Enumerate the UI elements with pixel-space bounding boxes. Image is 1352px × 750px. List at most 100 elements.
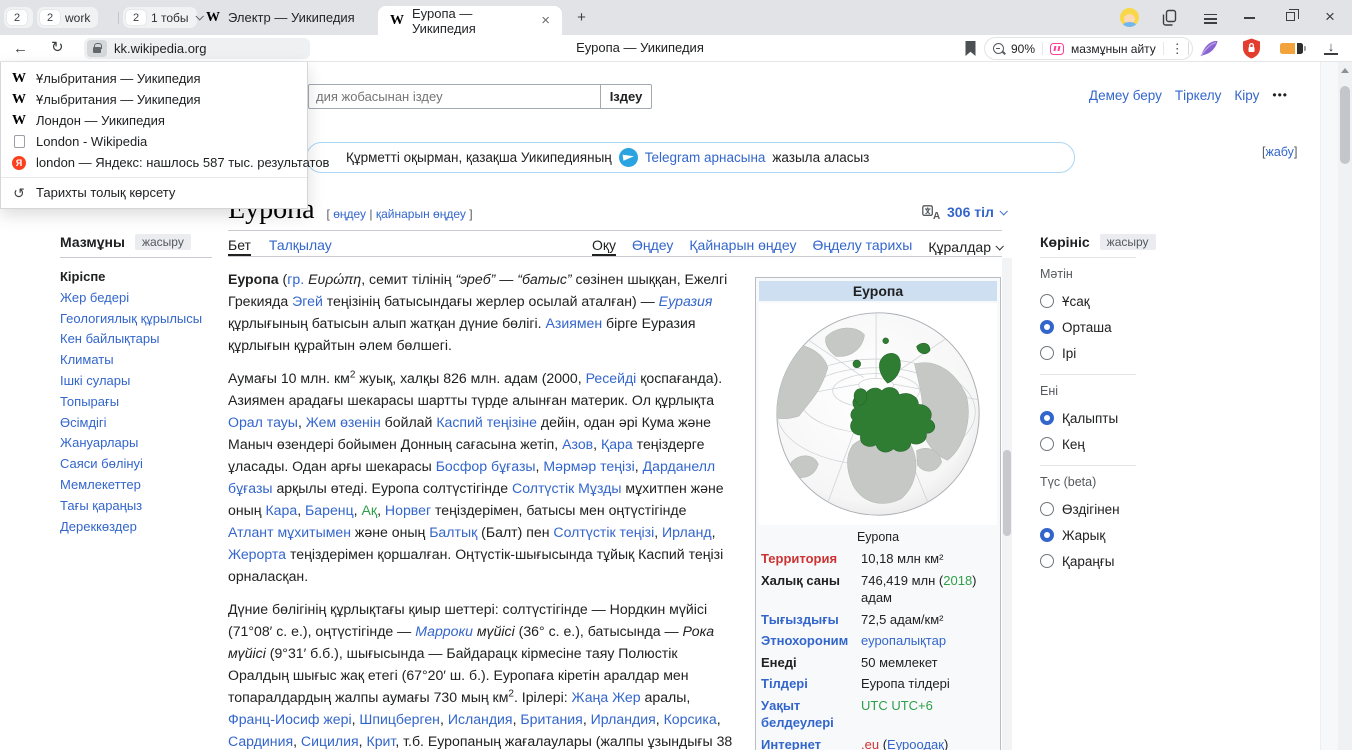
browser-scrollbar-thumb[interactable] <box>1340 86 1350 164</box>
radio-button[interactable] <box>1040 346 1054 360</box>
download-icon[interactable]: ↓ <box>1324 40 1338 55</box>
wiki-link[interactable]: Атлант мұхитымен <box>228 524 351 540</box>
telegram-link[interactable]: Telegram арнасына <box>645 150 766 165</box>
wiki-link[interactable]: Ақ <box>362 502 378 518</box>
wiki-link[interactable]: Ирландия <box>591 711 656 727</box>
edit-source-link[interactable]: қайнарын өңдеу <box>376 207 466 221</box>
toc-item[interactable]: Өсімдігі <box>60 413 212 434</box>
panels-icon[interactable] <box>1161 9 1179 26</box>
wiki-link[interactable]: Мәрмәр теңізі <box>543 458 634 474</box>
article-tab[interactable]: Қайнарын өңдеу <box>689 237 796 256</box>
content-scrollbar-thumb[interactable] <box>1003 450 1011 536</box>
wiki-link[interactable]: Крит <box>367 733 396 749</box>
back-icon[interactable]: ← <box>13 41 28 56</box>
profile-avatar[interactable] <box>1120 8 1139 27</box>
toc-item[interactable]: Кен байлықтары <box>60 329 212 350</box>
wiki-link[interactable]: Британия <box>520 711 582 727</box>
zoom-out-icon[interactable] <box>993 43 1004 54</box>
wiki-link[interactable]: еуропалықтар <box>861 633 946 648</box>
suggestion-item[interactable]: WҰлыбритания — Уикипедия <box>1 89 307 110</box>
address-bar[interactable]: kk.wikipedia.org <box>84 38 310 59</box>
nav-link[interactable]: Тіркелу <box>1175 88 1222 103</box>
wiki-link[interactable]: Еуроодақ <box>887 737 944 750</box>
wiki-link[interactable]: Марроки <box>415 623 473 639</box>
nav-link[interactable]: Демеу беру <box>1089 88 1162 103</box>
article-tab[interactable]: Өңдеу <box>632 237 673 256</box>
edit-link[interactable]: өңдеу <box>333 207 366 221</box>
tab-group-chip[interactable]: 2 <box>4 7 33 28</box>
toc-item[interactable]: Кіріспе <box>60 267 212 288</box>
wiki-link[interactable]: Каспий теңізіне <box>436 414 537 430</box>
browser-tab-inactive[interactable]: W Электр — Уикипедия <box>206 0 355 35</box>
infobox-label[interactable]: Уақыт белдеулері <box>761 697 861 732</box>
radio-button[interactable] <box>1040 502 1054 516</box>
wiki-link[interactable]: Сардиния <box>228 733 293 749</box>
browser-scrollbar[interactable] <box>1338 62 1352 750</box>
wiki-link[interactable]: Еуразия <box>659 293 713 309</box>
suggestion-item[interactable]: WҰлыбритания — Уикипедия <box>1 68 307 89</box>
wiki-link[interactable]: Ресейді <box>586 370 637 386</box>
wiki-link[interactable]: Орал тауы <box>228 414 298 430</box>
tab-close-icon[interactable]: × <box>539 13 552 28</box>
radio-button[interactable] <box>1040 294 1054 308</box>
nav-link[interactable]: Кіру <box>1234 88 1259 103</box>
toc-item[interactable]: Жануарлары <box>60 433 212 454</box>
radio-option[interactable]: Кең <box>1040 431 1136 457</box>
article-tab[interactable]: Өңделу тарихы <box>812 237 912 256</box>
radio-option[interactable]: Ұсақ <box>1040 288 1136 314</box>
toc-item[interactable]: Тағы қараңыз <box>60 496 212 517</box>
menu-icon[interactable] <box>1204 11 1217 27</box>
radio-button[interactable] <box>1040 411 1054 425</box>
suggestion-item[interactable]: Яlondon — Яндекс: нашлось 587 тыс. резул… <box>1 152 307 173</box>
wiki-link[interactable]: Баренц <box>305 502 354 518</box>
wiki-link[interactable]: Кара <box>265 502 297 518</box>
wiki-link[interactable]: Солтүстік теңізі <box>553 524 654 540</box>
toc-item[interactable]: Климаты <box>60 350 212 371</box>
radio-option[interactable]: Қалыпты <box>1040 405 1136 431</box>
toc-item[interactable]: Мемлекеттер <box>60 475 212 496</box>
wiki-link[interactable]: Исландия <box>448 711 513 727</box>
zoom-level[interactable]: 90% <box>1011 42 1035 56</box>
wiki-link[interactable]: Корсика <box>664 711 717 727</box>
wiki-link[interactable]: Босфор бұғазы <box>436 458 536 474</box>
suggestion-item[interactable]: London - Wikipedia <box>1 131 307 152</box>
radio-option[interactable]: Қараңғы <box>1040 548 1136 574</box>
infobox-map[interactable] <box>759 303 997 525</box>
appearance-hide-button[interactable]: жасыру <box>1100 234 1156 250</box>
bookmark-icon[interactable] <box>964 40 977 57</box>
translate-quill-icon[interactable] <box>1199 39 1219 58</box>
new-tab-button[interactable]: + <box>572 8 591 27</box>
browser-tab-active[interactable]: W Еуропа — Уикипедия × <box>378 6 562 35</box>
show-full-history[interactable]: ↺ Тарихты толық көрсету <box>1 182 307 203</box>
wiki-link[interactable]: гр. <box>287 271 304 287</box>
wiki-link[interactable]: Эгей <box>292 293 323 309</box>
wiki-link[interactable]: Жаңа Жер <box>572 689 641 705</box>
article-tab[interactable]: Құралдар <box>928 237 1002 256</box>
kebab-menu-icon[interactable]: ⋮ <box>1171 41 1184 57</box>
infobox-label[interactable]: Тілдері <box>761 675 861 693</box>
reload-icon[interactable]: ↻ <box>51 40 64 55</box>
chevron-down-icon[interactable] <box>195 12 203 20</box>
toc-item[interactable]: Дереккөздер <box>60 517 212 538</box>
search-button[interactable]: Іздеу <box>600 84 652 109</box>
content-scrollbar[interactable] <box>1002 258 1012 750</box>
scroll-up-arrow[interactable] <box>1341 68 1349 73</box>
toc-item[interactable]: Саяси бөлінуі <box>60 454 212 475</box>
wiki-link[interactable]: Жерорта <box>228 546 286 562</box>
toc-item[interactable]: Геологиялық құрылысы <box>60 309 212 330</box>
read-aloud-label[interactable]: мазмұнын айту <box>1071 42 1156 56</box>
toc-item[interactable]: Ішкі сулары <box>60 371 212 392</box>
wiki-link[interactable]: Балтық <box>429 524 477 540</box>
lock-badge[interactable] <box>87 40 107 57</box>
infobox-label[interactable]: Территория <box>761 550 861 568</box>
close-button[interactable]: × <box>1325 7 1335 27</box>
wiki-link[interactable]: UTC UTC+6 <box>861 698 933 713</box>
language-selector[interactable]: A 306 тіл <box>922 204 1006 220</box>
wiki-link[interactable]: Жем өзенін <box>306 414 381 430</box>
radio-option[interactable]: Ірі <box>1040 340 1136 366</box>
tab-group-chip-toby[interactable]: 2 1 тобы <box>123 7 197 28</box>
radio-option[interactable]: Жарық <box>1040 522 1136 548</box>
radio-button[interactable] <box>1040 320 1054 334</box>
wiki-link[interactable]: Азиямен <box>545 315 602 331</box>
minimize-button[interactable] <box>1244 17 1255 19</box>
